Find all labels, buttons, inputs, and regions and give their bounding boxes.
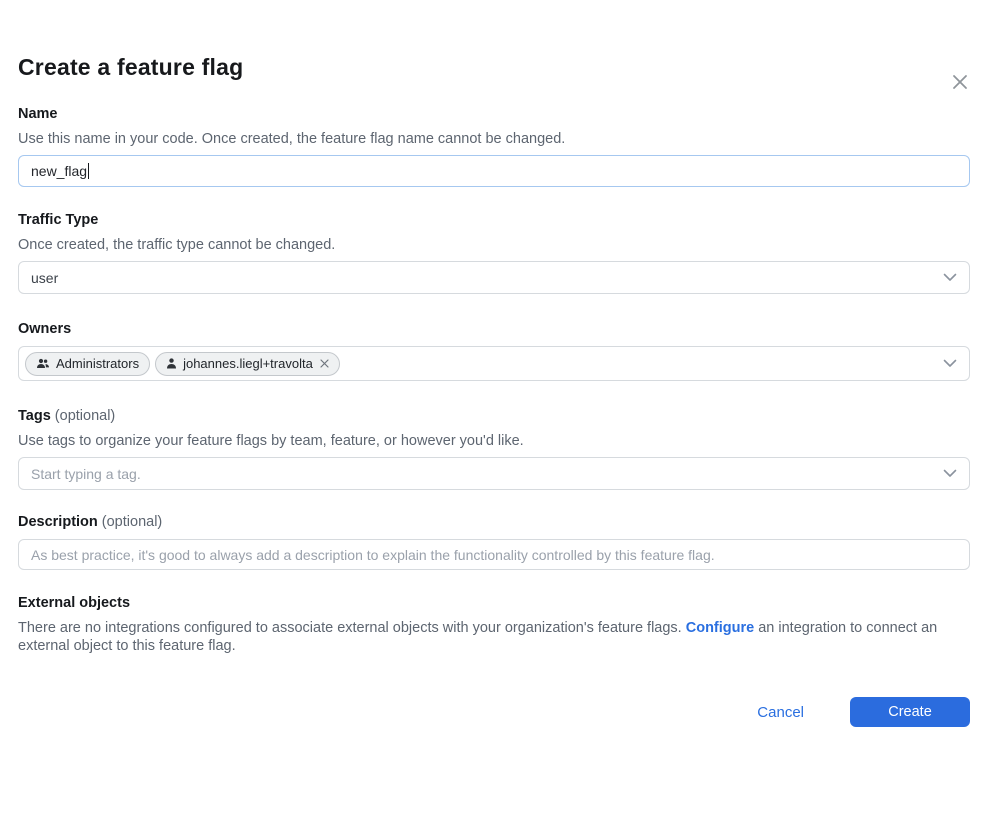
tags-field: Tags (optional) Use tags to organize you… xyxy=(18,409,970,490)
close-icon xyxy=(950,72,970,92)
description-input[interactable] xyxy=(31,540,957,569)
text-caret xyxy=(88,163,89,179)
traffic-type-select[interactable]: user xyxy=(18,261,970,294)
modal-footer: Cancel Create xyxy=(18,697,970,727)
modal-title: Create a feature flag xyxy=(18,54,970,81)
user-icon xyxy=(166,358,177,369)
traffic-type-value: user xyxy=(31,270,58,286)
owners-select[interactable]: Administrators johannes.liegl+travolta xyxy=(18,346,970,381)
remove-owner-button[interactable] xyxy=(320,359,329,368)
create-feature-flag-modal: Create a feature flag Name Use this name… xyxy=(0,54,988,817)
cancel-button[interactable]: Cancel xyxy=(757,704,804,721)
owner-chip[interactable]: johannes.liegl+travolta xyxy=(155,352,340,376)
name-description: Use this name in your code. Once created… xyxy=(18,132,970,147)
close-button[interactable] xyxy=(948,70,972,94)
owner-chip[interactable]: Administrators xyxy=(25,352,150,376)
owner-chip-label: Administrators xyxy=(56,356,139,371)
tags-optional-suffix: (optional) xyxy=(51,408,115,424)
owner-chips: Administrators johannes.liegl+travolta xyxy=(25,352,935,376)
chevron-down-icon xyxy=(943,469,957,478)
tags-description: Use tags to organize your feature flags … xyxy=(18,434,970,449)
traffic-type-label: Traffic Type xyxy=(18,213,970,228)
owners-label: Owners xyxy=(18,322,970,337)
configure-link[interactable]: Configure xyxy=(686,620,754,636)
owners-field: Owners Administrators xyxy=(18,322,970,381)
name-input[interactable]: new_flag xyxy=(18,155,970,187)
description-optional-suffix: (optional) xyxy=(98,514,162,530)
description-input-wrap xyxy=(18,539,970,570)
remove-icon xyxy=(320,359,329,368)
traffic-type-field: Traffic Type Once created, the traffic t… xyxy=(18,213,970,294)
chevron-down-icon xyxy=(943,359,957,368)
owner-chip-label: johannes.liegl+travolta xyxy=(183,356,313,371)
tags-label: Tags (optional) xyxy=(18,409,970,424)
description-field: Description (optional) xyxy=(18,515,970,570)
group-icon xyxy=(36,358,50,369)
tags-input[interactable] xyxy=(31,458,935,489)
description-label: Description (optional) xyxy=(18,515,970,530)
external-objects-label: External objects xyxy=(18,596,970,611)
name-label: Name xyxy=(18,107,970,122)
name-field: Name Use this name in your code. Once cr… xyxy=(18,107,970,187)
external-objects-field: External objects There are no integratio… xyxy=(18,596,970,655)
external-objects-text: There are no integrations configured to … xyxy=(18,619,970,655)
tags-select xyxy=(18,457,970,490)
create-button[interactable]: Create xyxy=(850,697,970,727)
traffic-type-description: Once created, the traffic type cannot be… xyxy=(18,238,970,253)
name-input-value: new_flag xyxy=(31,163,87,179)
chevron-down-icon xyxy=(943,273,957,282)
